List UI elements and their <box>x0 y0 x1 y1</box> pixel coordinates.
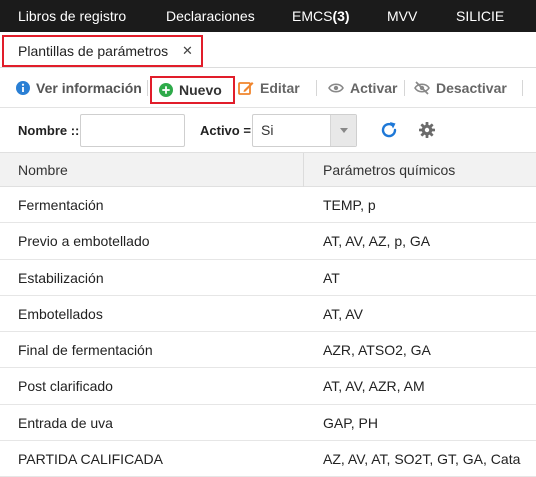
toolbar-divider <box>522 80 523 96</box>
cell-parametros: AT, AV, AZR, AM <box>323 378 425 395</box>
filter-row: Nombre :: Activo = Si <box>0 108 536 154</box>
tab-label: Plantillas de parámetros <box>18 43 169 59</box>
cell-nombre: Fermentación <box>18 197 104 213</box>
cell-nombre: Entrada de uva <box>18 414 113 431</box>
table-row[interactable]: Entrada de uva GAP, PH <box>0 405 536 442</box>
tab-strip: Plantillas de parámetros ✕ <box>0 32 536 68</box>
column-divider[interactable] <box>303 153 304 187</box>
nav-item-declaraciones[interactable]: Declaraciones <box>166 0 255 32</box>
emcs-count-badge: (3) <box>332 8 350 24</box>
chevron-down-icon[interactable] <box>330 115 356 146</box>
cell-nombre: Previo a embotellado <box>18 233 150 250</box>
cell-nombre: PARTIDA CALIFICADA <box>18 451 163 468</box>
activar-button[interactable]: Activar <box>328 68 397 108</box>
toolbar-divider <box>404 80 405 96</box>
plus-circle-icon <box>159 82 173 97</box>
cell-parametros: AT, AV, AZ, p, GA <box>323 233 431 250</box>
eye-icon <box>328 83 344 93</box>
gear-icon[interactable] <box>417 120 437 140</box>
nav-item-silicie[interactable]: SILICIE <box>456 0 504 32</box>
plantillas-table: Nombre Parámetros químicos Fermentación T… <box>0 152 536 477</box>
ver-informacion-button[interactable]: Ver información <box>16 68 142 108</box>
table-row[interactable]: Fermentación TEMP, p <box>0 187 536 224</box>
nav-item-emcs[interactable]: EMCS(3) <box>292 0 350 32</box>
activo-filter-label: Activo = <box>200 123 251 138</box>
toolbar: Ver información Nuevo Editar Activar Des… <box>0 68 536 108</box>
toolbar-divider <box>147 80 148 96</box>
nav-item-libros[interactable]: Libros de registro <box>18 0 126 32</box>
table-row[interactable]: Post clarificado AT, AV, AZR, AM <box>0 368 536 405</box>
edit-icon <box>238 81 254 95</box>
desactivar-button[interactable]: Desactivar <box>414 68 507 108</box>
refresh-icon[interactable] <box>379 120 399 140</box>
close-icon[interactable]: ✕ <box>182 37 193 65</box>
info-icon <box>16 80 30 95</box>
column-header-nombre[interactable]: Nombre <box>18 153 68 187</box>
toolbar-divider <box>316 80 317 96</box>
table-row[interactable]: PARTIDA CALIFICADA AZ, AV, AT, SO2T, GT, … <box>0 441 536 477</box>
nuevo-button[interactable]: Nuevo <box>150 76 235 104</box>
nombre-filter-label: Nombre :: <box>18 123 80 138</box>
table-row[interactable]: Final de fermentación AZR, ATSO2, GA <box>0 332 536 369</box>
column-header-parametros[interactable]: Parámetros químicos <box>323 153 455 187</box>
top-nav: Libros de registro Declaraciones EMCS(3)… <box>0 0 536 32</box>
cell-parametros: AT <box>323 269 340 286</box>
cell-parametros: AZ, AV, AT, SO2T, GT, GA, Cata <box>323 451 521 468</box>
tab-plantillas-parametros[interactable]: Plantillas de parámetros ✕ <box>2 35 203 67</box>
cell-parametros: AT, AV <box>323 305 363 322</box>
cell-nombre: Embotellados <box>18 305 103 322</box>
table-row[interactable]: Estabilización AT <box>0 260 536 296</box>
eye-slash-icon <box>414 81 430 95</box>
editar-button[interactable]: Editar <box>238 68 300 108</box>
table-row[interactable]: Previo a embotellado AT, AV, AZ, p, GA <box>0 223 536 260</box>
nav-item-mvv[interactable]: MVV <box>387 0 417 32</box>
cell-nombre: Estabilización <box>18 269 104 286</box>
table-row[interactable]: Embotellados AT, AV <box>0 296 536 333</box>
cell-nombre: Final de fermentación <box>18 342 153 359</box>
table-header: Nombre Parámetros químicos <box>0 152 536 187</box>
cell-parametros: AZR, ATSO2, GA <box>323 342 431 359</box>
cell-nombre: Post clarificado <box>18 378 113 395</box>
activo-selected-value: Si <box>261 122 274 138</box>
cell-parametros: TEMP, p <box>323 197 376 213</box>
nombre-filter-input[interactable] <box>80 114 185 147</box>
activo-filter-select[interactable]: Si <box>252 114 357 147</box>
cell-parametros: GAP, PH <box>323 414 378 431</box>
